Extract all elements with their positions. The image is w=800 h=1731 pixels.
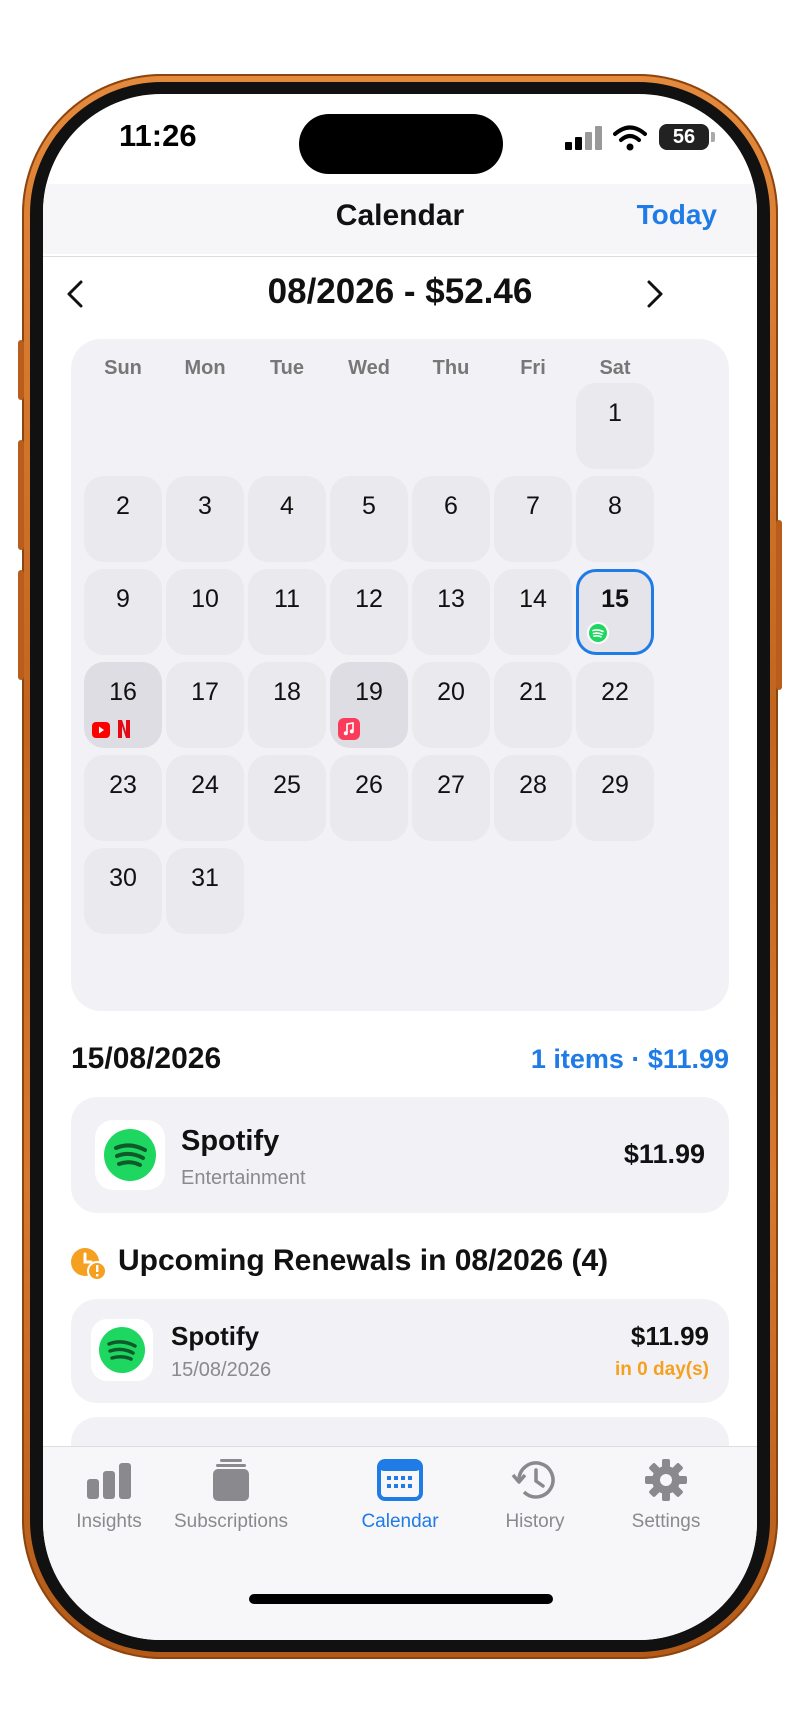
calendar-day-24[interactable]: 24 [166, 755, 244, 841]
item-name: Spotify [181, 1125, 280, 1157]
calendar-day-14[interactable]: 14 [494, 569, 572, 655]
calendar-day-26[interactable]: 26 [330, 755, 408, 841]
selected-summary: 1 items · $11.99 [530, 1044, 729, 1074]
upcoming-item-name: Spotify [171, 1321, 260, 1351]
weekday-label: Thu [432, 357, 470, 379]
tab-history[interactable]: History [465, 1457, 605, 1533]
calendar-day-8[interactable]: 8 [576, 476, 654, 562]
tab-insights[interactable]: Insights [43, 1457, 179, 1533]
calendar-day-9[interactable]: 9 [84, 569, 162, 655]
netflix-icon [113, 718, 135, 740]
nav-divider [43, 256, 757, 257]
upcoming-item-price: $11.99 [630, 1321, 709, 1351]
calendar-day-13[interactable]: 13 [412, 569, 490, 655]
calendar-grid: Sun Mon Tue Wed Thu Fri Sat 1 2 3 4 5 6 … [71, 339, 729, 1011]
calendar-day-3[interactable]: 3 [166, 476, 244, 562]
calendar-day-17[interactable]: 17 [166, 662, 244, 748]
cellular-signal-icon [565, 126, 603, 150]
status-time: 11:26 [119, 118, 197, 153]
today-button[interactable]: Today [637, 199, 717, 231]
selected-date: 15/08/2026 [71, 1042, 222, 1075]
day-subscriptions [338, 718, 360, 742]
chevron-right-icon[interactable] [639, 274, 669, 314]
tab-calendar[interactable]: Calendar [330, 1457, 470, 1533]
upcoming-renewals-title: Upcoming Renewals in 08/2026 (4) [118, 1244, 609, 1277]
upcoming-item-due: in 0 day(s) [615, 1359, 709, 1380]
calendar-day-18[interactable]: 18 [248, 662, 326, 748]
calendar-day-15-selected[interactable]: 15 [576, 569, 654, 655]
tab-label: Settings [631, 1511, 701, 1532]
tab-subscriptions[interactable]: Subscriptions [161, 1457, 301, 1533]
calendar-day-27[interactable]: 27 [412, 755, 490, 841]
spotify-icon [95, 1120, 165, 1190]
tab-settings[interactable]: Settings [596, 1457, 736, 1533]
calendar-day-1[interactable]: 1 [576, 383, 654, 469]
stack-icon [213, 1459, 249, 1501]
weekday-label: Sat [599, 357, 631, 379]
calendar-day-5[interactable]: 5 [330, 476, 408, 562]
weekday-label: Mon [184, 357, 226, 379]
status-bar: 11:26 56 [43, 94, 757, 184]
volume-up-button [18, 440, 24, 550]
calendar-day-22[interactable]: 22 [576, 662, 654, 748]
calendar-day-4[interactable]: 4 [248, 476, 326, 562]
bar-chart-icon [87, 1463, 131, 1499]
youtube-icon [92, 722, 110, 738]
calendar-day-11[interactable]: 11 [248, 569, 326, 655]
weekday-label: Sun [104, 357, 142, 379]
calendar-day-16[interactable]: 16 [84, 662, 162, 748]
dynamic-island [299, 114, 503, 174]
weekday-label: Fri [520, 357, 546, 379]
calendar-day-2[interactable]: 2 [84, 476, 162, 562]
calendar-day-6[interactable]: 6 [412, 476, 490, 562]
spotify-icon [91, 1319, 153, 1381]
calendar-day-12[interactable]: 12 [330, 569, 408, 655]
upcoming-item-date: 15/08/2026 [171, 1359, 272, 1381]
tab-label: Insights [76, 1511, 142, 1532]
tab-bar: Insights Subscriptions Calendar History … [43, 1446, 757, 1640]
calendar-day-23[interactable]: 23 [84, 755, 162, 841]
calendar-day-21[interactable]: 21 [494, 662, 572, 748]
calendar-day-10[interactable]: 10 [166, 569, 244, 655]
power-button [776, 520, 782, 690]
battery-tip [711, 132, 715, 142]
upcoming-item-spotify[interactable]: Spotify 15/08/2026 $11.99 in 0 day(s) [71, 1299, 729, 1403]
weekday-label: Tue [269, 357, 305, 379]
item-category: Entertainment [181, 1167, 306, 1189]
day-subscriptions [92, 718, 135, 742]
volume-down-button [18, 570, 24, 680]
action-button [18, 340, 24, 400]
day-subscriptions [587, 622, 609, 646]
calendar-day-7[interactable]: 7 [494, 476, 572, 562]
wifi-icon [613, 125, 647, 151]
weekday-label: Wed [348, 357, 390, 379]
tab-label: Subscriptions [173, 1511, 289, 1532]
item-price: $11.99 [623, 1139, 705, 1169]
selected-item-spotify[interactable]: Spotify Entertainment $11.99 [71, 1097, 729, 1213]
tab-label: History [505, 1511, 565, 1532]
month-selector: 08/2026 - $52.46 [43, 266, 757, 326]
calendar-day-20[interactable]: 20 [412, 662, 490, 748]
calendar-day-19[interactable]: 19 [330, 662, 408, 748]
screen: 11:26 56 Calendar Today 08/2026 - $52.46 [43, 94, 757, 1640]
calendar-day-30[interactable]: 30 [84, 848, 162, 934]
gear-icon [645, 1459, 687, 1501]
apple-music-icon [338, 718, 360, 740]
calendar-day-31[interactable]: 31 [166, 848, 244, 934]
home-indicator[interactable] [249, 1594, 553, 1604]
battery-indicator: 56 [659, 124, 709, 150]
spotify-icon [587, 622, 609, 644]
history-icon [511, 1461, 555, 1499]
calendar-day-28[interactable]: 28 [494, 755, 572, 841]
calendar-day-29[interactable]: 29 [576, 755, 654, 841]
tab-label: Calendar [361, 1511, 439, 1532]
calendar-icon [377, 1459, 423, 1501]
calendar-day-25[interactable]: 25 [248, 755, 326, 841]
upcoming-renewals-icon [71, 1248, 107, 1281]
